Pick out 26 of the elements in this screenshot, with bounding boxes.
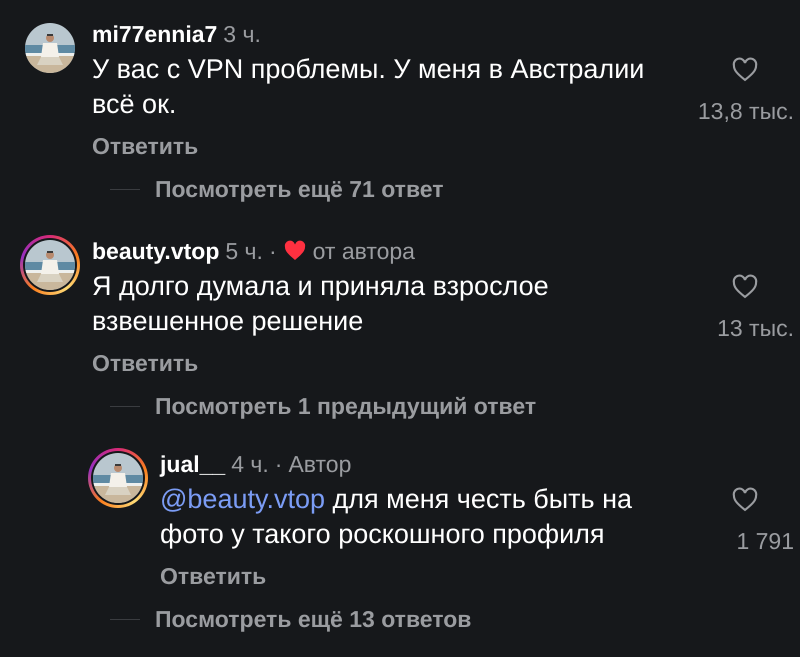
view-replies-link[interactable]: Посмотреть ещё 13 ответов [155, 602, 472, 637]
like-icon[interactable] [731, 56, 759, 84]
separator-dot: · [274, 450, 282, 479]
username[interactable]: mi77ennia7 [92, 16, 218, 52]
reply-button[interactable]: Ответить [92, 128, 198, 164]
view-replies-link[interactable]: Посмотреть ещё 71 ответ [155, 172, 444, 207]
author-label: Автор [288, 450, 352, 479]
separator-dot: · [268, 236, 277, 266]
mention-link[interactable]: @beauty.vtop [160, 484, 326, 514]
like-count: 1 791 [736, 527, 794, 556]
like-count: 13,8 тыс. [698, 97, 794, 126]
username[interactable]: jual__ [160, 446, 226, 482]
comment-text: @beauty.vtop для меня честь быть на фото у такого роскошного профиля [160, 483, 634, 551]
like-count: 13 тыс. [717, 314, 794, 343]
reply-button[interactable]: Ответить [92, 346, 198, 380]
view-replies-link[interactable]: Посмотреть 1 предыдущий ответ [155, 389, 536, 424]
like-icon[interactable] [731, 273, 759, 301]
comment-time: 5 ч. [225, 236, 263, 266]
comment-text: Я долго думала и приняла взрослое взвешенное решение [92, 270, 550, 338]
username[interactable]: beauty.vtop [92, 234, 220, 268]
comment-text: У вас с VPN проблемы. У меня в Австралии всё ок. [92, 53, 646, 121]
comment-time: 4 ч. [231, 450, 269, 479]
reply-button[interactable]: Ответить [160, 558, 266, 594]
badge-label: от автора [312, 236, 415, 266]
comment-time: 3 ч. [223, 20, 261, 49]
like-icon[interactable] [731, 486, 759, 514]
